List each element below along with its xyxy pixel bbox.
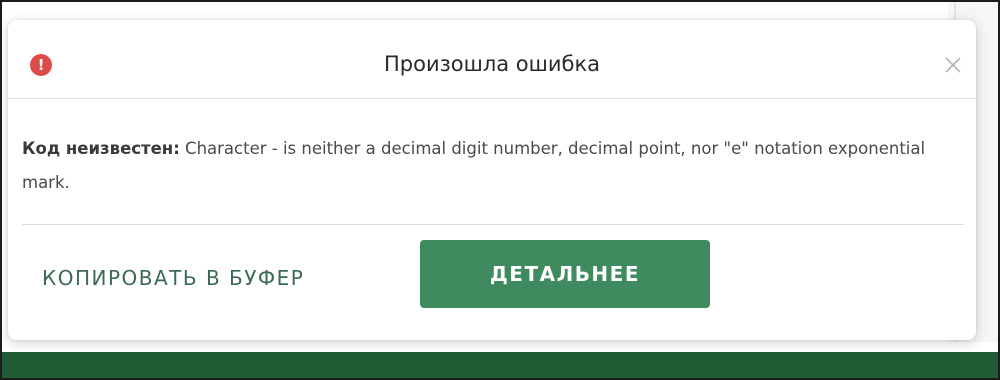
error-message: Код неизвестен: Character - is neither a… [22,132,954,200]
footer-bar [2,352,998,378]
copy-to-clipboard-button[interactable]: КОПИРОВАТЬ В БУФЕР [42,256,304,300]
footer-divider [22,224,964,225]
dialog-header: ! Произошла ошибка [8,20,976,98]
app-window: ! Произошла ошибка Код неизвестен: Chara… [0,0,1000,380]
error-code-label: Код неизвестен: [22,139,180,158]
details-button[interactable]: ДЕТАЛЬНЕЕ [420,240,710,308]
header-divider [8,98,976,99]
dialog-title: Произошла ошибка [383,52,601,76]
close-button[interactable] [942,54,964,76]
close-icon[interactable] [942,54,964,76]
error-dialog: ! Произошла ошибка Код неизвестен: Chara… [8,20,976,340]
